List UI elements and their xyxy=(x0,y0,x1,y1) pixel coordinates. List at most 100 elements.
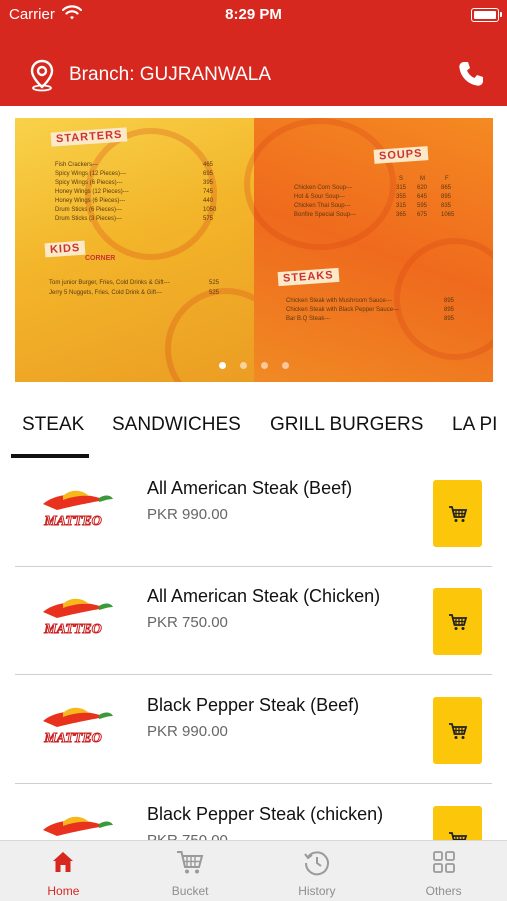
tab-history[interactable]: History xyxy=(254,841,381,901)
menu-price: 695 xyxy=(203,171,214,177)
menu-line: Tom junior Burger, Fries, Cold Drinks & … xyxy=(49,280,170,286)
menu-line: Hot & Sour Soup--- xyxy=(294,194,346,200)
add-to-cart-button[interactable] xyxy=(433,480,482,547)
tab-steak[interactable]: STEAK xyxy=(22,414,84,436)
menu-price: 595 xyxy=(417,203,428,209)
product-price: PKR 750.00 xyxy=(147,832,228,840)
menu-price: 315 xyxy=(396,203,407,209)
menu-line: Spicy Wings (12 Pieces)--- xyxy=(55,171,127,177)
carousel-pagination[interactable] xyxy=(15,362,493,369)
menu-price: 525 xyxy=(209,280,220,286)
phone-icon[interactable] xyxy=(457,60,485,88)
clock-icon xyxy=(304,851,329,876)
banner-kids-title: KIDS xyxy=(44,240,86,258)
menu-line: Jerry 5 Nuggets, Fries, Cold Drink & Gif… xyxy=(49,290,163,296)
menu-line: Chicken Thai Soup--- xyxy=(294,203,351,209)
grid-icon xyxy=(432,851,455,873)
menu-price: 865 xyxy=(441,185,452,191)
banner-soups-title: SOUPS xyxy=(373,146,428,164)
home-icon xyxy=(53,852,74,872)
add-to-cart-button[interactable] xyxy=(433,806,482,840)
banner-soups-panel: SOUPS S M F Chicken Corn Soup--- 315 620… xyxy=(244,118,493,382)
soup-size-label: S xyxy=(399,176,404,182)
menu-price: 835 xyxy=(441,203,452,209)
product-name: Black Pepper Steak (chicken) xyxy=(147,804,384,824)
menu-line: Fish Crackers--- xyxy=(55,162,98,168)
matteo-logo: MATTEO xyxy=(43,598,113,638)
menu-price: 1065 xyxy=(441,212,455,218)
tab-label: Home xyxy=(47,884,80,898)
menu-price: 645 xyxy=(417,194,428,200)
soup-size-label: F xyxy=(445,176,449,182)
soup-size-label: M xyxy=(420,176,425,182)
logo-text: MATTEO xyxy=(43,731,102,746)
cart-icon xyxy=(448,613,467,630)
product-name: All American Steak (Chicken) xyxy=(147,586,381,606)
carousel-dot[interactable] xyxy=(219,362,226,369)
decorative-swirl xyxy=(244,118,396,250)
product-list[interactable]: MATTEO All American Steak (Beef) PKR 990… xyxy=(0,458,507,840)
product-price: PKR 990.00 xyxy=(147,506,228,523)
cart-icon xyxy=(448,831,467,840)
logo-text: MATTEO xyxy=(43,514,102,529)
menu-price: 465 xyxy=(203,162,214,168)
tab-label: Bucket xyxy=(171,884,209,898)
menu-price: 525 xyxy=(209,290,220,296)
product-row[interactable]: MATTEO Black Pepper Steak (Beef) PKR 990… xyxy=(15,675,492,784)
menu-price: 440 xyxy=(203,198,214,204)
matteo-logo: MATTEO xyxy=(43,707,113,747)
status-bar: Carrier 8:29 PM xyxy=(0,0,507,30)
banner-kids-subtitle: CORNER xyxy=(85,255,116,262)
tab-others[interactable]: Others xyxy=(380,841,507,901)
menu-price: 675 xyxy=(417,212,428,218)
banner-steaks-title: STEAKS xyxy=(277,267,340,287)
menu-price: 315 xyxy=(396,185,407,191)
cart-icon xyxy=(448,505,467,522)
menu-line: Drum Sticks (3 Pieces)--- xyxy=(55,216,123,222)
tab-grill-burgers[interactable]: GRILL BURGERS xyxy=(270,414,423,436)
menu-line: Honey Wings (12 Pieces)--- xyxy=(55,189,129,195)
product-row[interactable]: MATTEO All American Steak (Beef) PKR 990… xyxy=(15,458,492,567)
cart-icon xyxy=(448,722,467,739)
promo-banner[interactable]: STARTERS Fish Crackers--- 465 Spicy Wing… xyxy=(15,118,493,382)
menu-price: 575 xyxy=(203,216,214,222)
product-name: Black Pepper Steak (Beef) xyxy=(147,695,360,715)
menu-price: 1050 xyxy=(203,207,217,213)
menu-price: 620 xyxy=(417,185,428,191)
menu-line: Bar B.Q Steak--- xyxy=(286,316,331,322)
menu-price: 895 xyxy=(444,316,455,322)
branch-selector[interactable]: Branch: GUJRANWALA xyxy=(25,58,271,92)
add-to-cart-button[interactable] xyxy=(433,697,482,764)
banner-starters-panel: STARTERS Fish Crackers--- 465 Spicy Wing… xyxy=(15,118,287,382)
menu-price: 895 xyxy=(441,194,452,200)
add-to-cart-button[interactable] xyxy=(433,588,482,655)
status-time: 8:29 PM xyxy=(225,6,282,23)
carousel-dot[interactable] xyxy=(240,362,247,369)
tab-sandwiches[interactable]: SANDWICHES xyxy=(112,414,241,436)
menu-line: Drum Sticks (6 Pieces)--- xyxy=(55,207,123,213)
product-name: All American Steak (Beef) xyxy=(147,478,353,498)
menu-line: Spicy Wings (6 Pieces)--- xyxy=(55,180,123,186)
tab-label: History xyxy=(298,884,336,898)
carousel-dot[interactable] xyxy=(282,362,289,369)
product-row[interactable]: MATTEO All American Steak (Chicken) PKR … xyxy=(15,566,492,675)
tab-label: Others xyxy=(425,884,462,898)
menu-line: Chicken Steak with Black Pepper Sauce--- xyxy=(286,307,400,313)
product-row[interactable]: MATTEO Black Pepper Steak (chicken) PKR … xyxy=(15,784,492,840)
branch-label: Branch: GUJRANWALA xyxy=(69,64,272,85)
matteo-logo: MATTEO xyxy=(43,490,113,530)
matteo-logo: MATTEO xyxy=(43,816,113,840)
menu-line: Chicken Steak with Mushroom Sauce--- xyxy=(286,298,392,304)
tab-home[interactable]: Home xyxy=(0,841,127,901)
menu-price: 365 xyxy=(396,212,407,218)
menu-price: 395 xyxy=(203,180,214,186)
menu-price: 895 xyxy=(444,307,455,313)
tab-la-pi[interactable]: LA PI xyxy=(452,414,497,436)
tab-bucket[interactable]: Bucket xyxy=(127,841,254,901)
menu-price: 895 xyxy=(444,298,455,304)
menu-line: Bonfire Special Soup--- xyxy=(294,212,357,218)
menu-line: Honey Wings (6 Pieces)--- xyxy=(55,198,126,204)
product-price: PKR 750.00 xyxy=(147,614,228,631)
menu-price: 355 xyxy=(396,194,407,200)
carousel-dot[interactable] xyxy=(261,362,268,369)
